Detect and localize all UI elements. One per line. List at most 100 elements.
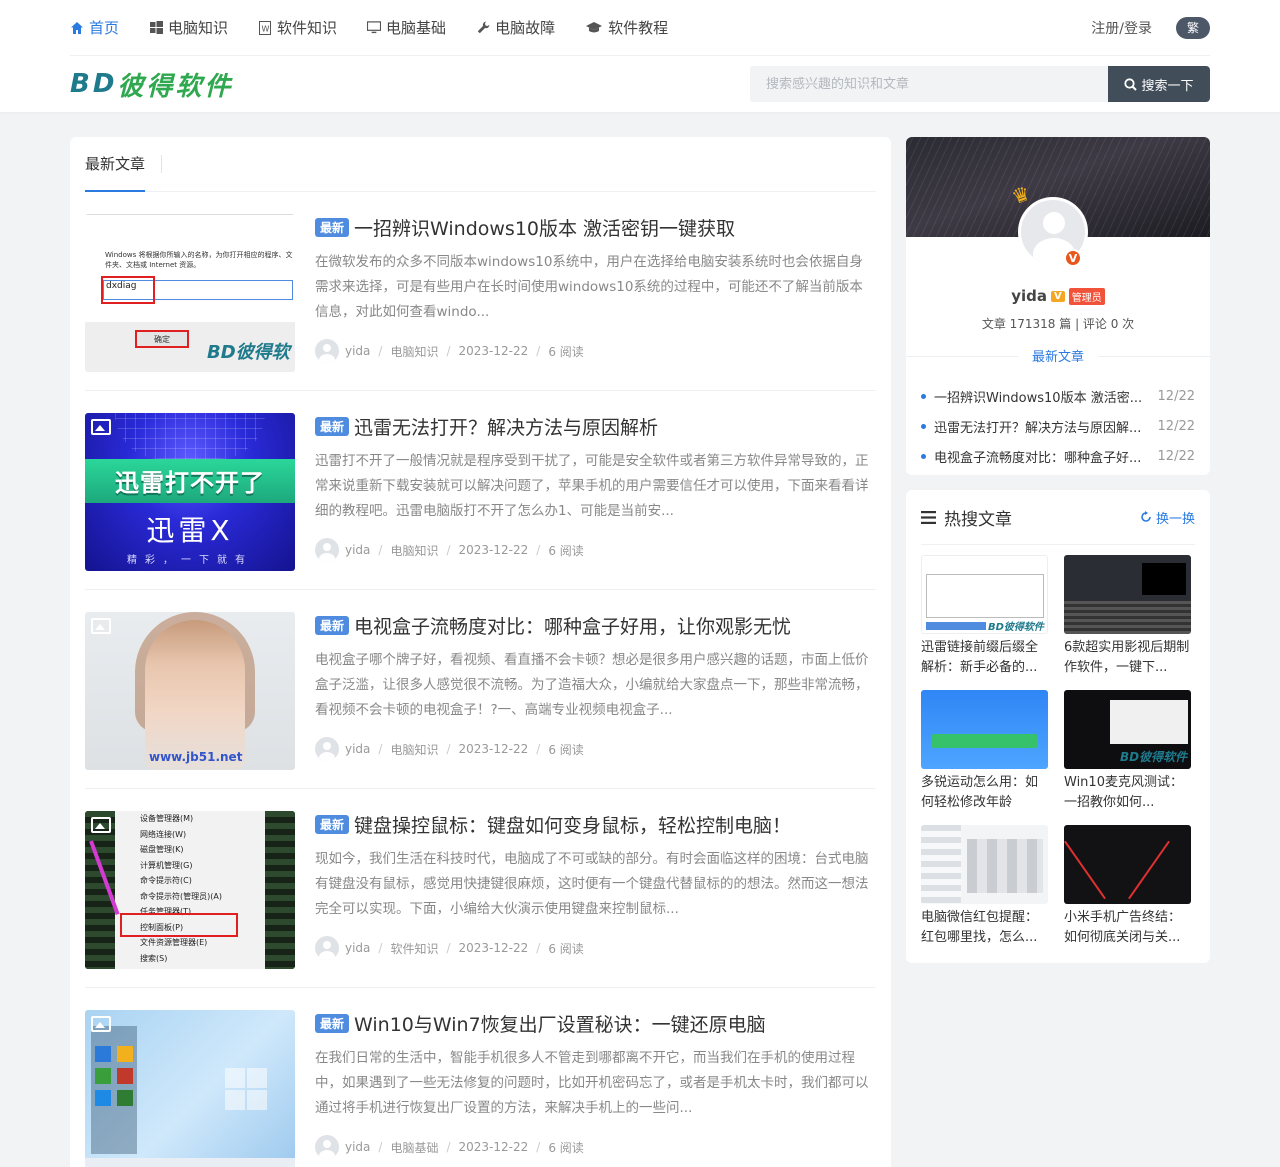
hot-article-item[interactable]: 电脑微信红包提醒：红包哪里找，怎么...: [921, 825, 1048, 948]
meta-separator: /: [536, 941, 541, 955]
article-meta: yida / 软件知识 / 2023-12-22 / 6 阅读: [315, 936, 876, 960]
article-title-link[interactable]: 最新 键盘操控鼠标：键盘如何变身鼠标，轻松控制电脑！: [315, 811, 876, 837]
thumb-video-preview: [1142, 563, 1186, 595]
article-list-panel: 最新文章 Windows 将根据你所输入的名称，为你打开相应的程序、文件夹、文档…: [70, 137, 891, 1167]
author-avatar[interactable]: [315, 1135, 339, 1159]
hot-article-item[interactable]: 多锐运动怎么用：如何轻松修改年龄: [921, 690, 1048, 813]
nav-item-computer-basics[interactable]: 电脑基础: [367, 0, 446, 56]
hot-article-thumbnail: [921, 825, 1048, 904]
article-excerpt: 在微软发布的众多不同版本windows10系统中，用户在选择给电脑安装系统时也会…: [315, 254, 863, 320]
article-category[interactable]: 电脑知识: [390, 741, 438, 758]
nav-item-software-knowledge[interactable]: W 软件知识: [258, 0, 337, 56]
thumb-highlight-box: [120, 913, 238, 937]
article-meta: yida / 电脑基础 / 2023-12-22 / 6 阅读: [315, 1135, 876, 1159]
article-thumbnail[interactable]: 迅雷打不开了 迅雷X 精彩，一下就有: [85, 413, 295, 571]
nav-item-label: 电脑基础: [386, 19, 447, 37]
hot-article-item[interactable]: BD彼得软件 迅雷链接前缀后缀全解析：新手必备的...: [921, 555, 1048, 678]
meta-separator: /: [536, 543, 541, 557]
image-icon: [91, 419, 111, 435]
new-badge: 最新: [315, 615, 350, 635]
bullet-icon: [921, 393, 926, 399]
article-views: 6 阅读: [548, 941, 584, 956]
thumb-context-menu: [1110, 700, 1188, 744]
nav-item-label: 首页: [89, 19, 120, 37]
thumb-headline: 迅雷打不开了: [115, 469, 265, 497]
hot-article-item[interactable]: 6款超实用影视后期制作软件，一键下...: [1064, 555, 1191, 678]
thumb-context-menu: 设备管理器(M) 网络连接(W) 磁盘管理(K) 计算机管理(G) 命令提示符(…: [115, 811, 265, 969]
register-login-link[interactable]: 注册/登录: [1091, 18, 1152, 38]
author-name[interactable]: yida: [345, 543, 370, 557]
list-item[interactable]: 迅雷无法打开？解决方法与原因解... 12/22: [921, 411, 1195, 441]
hot-article-thumbnail: [1064, 825, 1191, 904]
thumb-menu-item: 命令提示符(管理员)(A): [140, 891, 222, 901]
nav-item-home[interactable]: 首页: [70, 0, 119, 56]
hot-article-title: 迅雷链接前缀后缀全解析：新手必备的...: [921, 640, 1039, 675]
list-menu-icon: [921, 510, 936, 524]
thumb-tile: [117, 1046, 133, 1062]
search-button[interactable]: 搜索一下: [1108, 66, 1210, 102]
author-card-name[interactable]: yida: [1011, 287, 1047, 305]
article-views: 6 阅读: [548, 344, 584, 359]
author-avatar[interactable]: [315, 737, 339, 761]
latest-article-date: 12/22: [1157, 448, 1195, 464]
latest-article-date: 12/22: [1157, 418, 1195, 434]
author-name[interactable]: yida: [345, 941, 370, 955]
author-avatar[interactable]: [315, 936, 339, 960]
article-title-link[interactable]: 最新 电视盒子流畅度对比：哪种盒子好用，让你观影无忧: [315, 612, 876, 638]
article-title-link[interactable]: 最新 一招辨识Windows10版本 激活密钥一键获取: [315, 214, 876, 240]
list-item[interactable]: 一招辨识Windows10版本 激活密... 12/22: [921, 381, 1195, 411]
article-category[interactable]: 电脑基础: [390, 1139, 438, 1156]
thumb-watermark: BD彼得软件: [1120, 750, 1188, 764]
meta-separator: /: [378, 543, 383, 557]
author-name[interactable]: yida: [345, 1140, 370, 1154]
latest-article-title[interactable]: 迅雷无法打开？解决方法与原因解...: [934, 417, 1154, 436]
hot-article-item[interactable]: 小米手机广告终结：如何彻底关闭与关...: [1064, 825, 1191, 948]
nav-item-computer-knowledge[interactable]: 电脑知识: [149, 0, 228, 56]
tab-divider: [161, 155, 163, 173]
article-category[interactable]: 电脑知识: [390, 343, 438, 360]
thumb-menu-item: 文件资源管理器(E): [140, 938, 208, 947]
article-thumbnail[interactable]: 设备管理器(M) 网络连接(W) 磁盘管理(K) 计算机管理(G) 命令提示符(…: [85, 811, 295, 969]
search-button-label: 搜索一下: [1141, 78, 1194, 94]
latest-article-title[interactable]: 电视盒子流畅度对比：哪种盒子好...: [934, 447, 1154, 466]
logo-text-bd: BD: [70, 69, 118, 99]
article-title: 一招辨识Windows10版本 激活密钥一键获取: [354, 217, 736, 240]
author-card: ♛ V yida V 管理员 文章 171318 篇 | 评论 0 次 最新文章…: [906, 137, 1210, 475]
author-avatar[interactable]: [315, 538, 339, 562]
nav-item-software-tutorials[interactable]: 软件教程: [585, 0, 668, 56]
nav-item-computer-faults[interactable]: 电脑故障: [476, 0, 555, 56]
list-item[interactable]: 电视盒子流畅度对比：哪种盒子好... 12/22: [921, 441, 1195, 471]
logo-text-name: 彼得软件: [117, 71, 234, 102]
article-item: 设备管理器(M) 网络连接(W) 磁盘管理(K) 计算机管理(G) 命令提示符(…: [85, 789, 876, 988]
thumb-watermark: BD彼得软件: [988, 622, 1044, 633]
article-thumbnail[interactable]: www.jb51.net: [85, 612, 295, 770]
article-category[interactable]: 软件知识: [390, 940, 438, 957]
article-thumbnail[interactable]: Windows 将根据你所输入的名称，为你打开相应的程序、文件夹、文档或 Int…: [85, 214, 295, 372]
meta-separator: /: [446, 344, 451, 358]
author-name[interactable]: yida: [345, 344, 370, 358]
thumb-menu-item: 计算机管理(G): [140, 860, 193, 870]
nav-item-label: 电脑知识: [168, 19, 229, 37]
article-category[interactable]: 电脑知识: [390, 542, 438, 559]
graduation-cap-icon: [585, 21, 603, 35]
new-badge: 最新: [315, 814, 350, 834]
thumb-chat-list: [921, 825, 961, 904]
traditional-chinese-toggle[interactable]: 繁: [1176, 16, 1210, 39]
meta-separator: /: [378, 941, 383, 955]
thumb-photo-portrait: [145, 620, 245, 770]
refresh-button[interactable]: 换一换: [1140, 508, 1195, 527]
thumb-menu-item: 命令提示符(C): [140, 876, 192, 885]
thumb-watermark: www.jb51.net: [149, 750, 243, 764]
site-logo[interactable]: BD 彼得软件: [70, 66, 233, 103]
author-name[interactable]: yida: [345, 742, 370, 756]
thumb-ok-button: 确定: [135, 330, 189, 348]
article-thumbnail[interactable]: [85, 1010, 295, 1167]
latest-article-title[interactable]: 一招辨识Windows10版本 激活密...: [934, 387, 1154, 406]
home-icon: [70, 21, 84, 35]
tab-latest-articles[interactable]: 最新文章: [85, 137, 146, 192]
article-title-link[interactable]: 最新 迅雷无法打开？解决方法与原因解析: [315, 413, 876, 439]
hot-article-item[interactable]: BD彼得软件 Win10麦克风测试：一招教你如何...: [1064, 690, 1191, 813]
author-avatar[interactable]: [315, 339, 339, 363]
search-input[interactable]: [750, 66, 1108, 102]
article-title-link[interactable]: 最新 Win10与Win7恢复出厂设置秘诀：一键还原电脑: [315, 1010, 876, 1036]
